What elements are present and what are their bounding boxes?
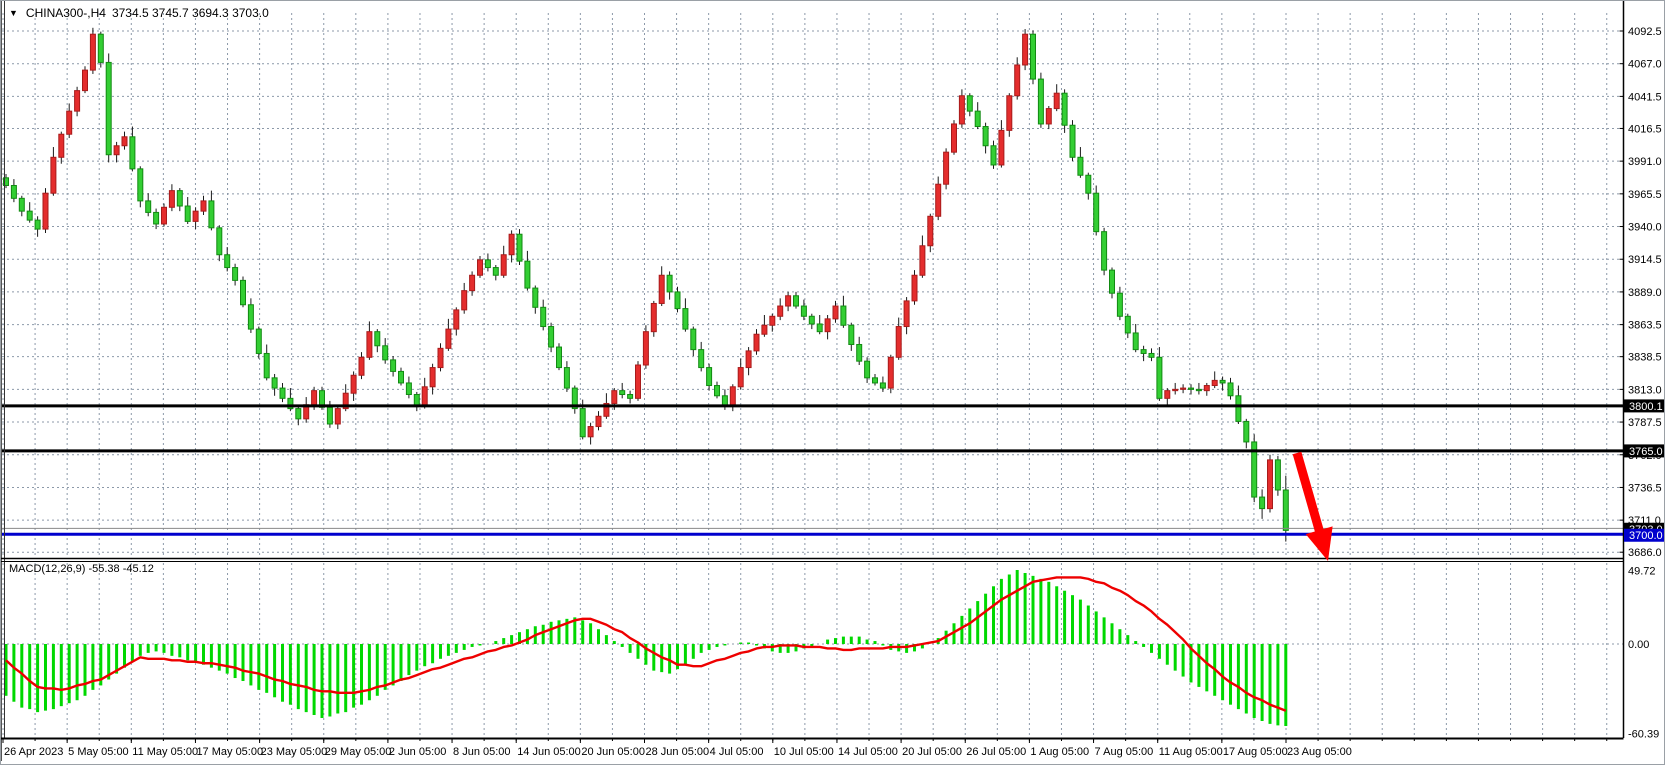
price-axis-label: 3813.0 <box>1628 384 1662 396</box>
macd-axis-label: 49.72 <box>1628 565 1656 577</box>
time-axis-label: 2 Jun 05:00 <box>389 746 447 758</box>
chart-window: 4092.5 4067.0 4041.5 4016.5 3991.0 3965.5 3940… <box>0 0 1665 765</box>
time-axis-label: 4 Jul 05:00 <box>710 746 764 758</box>
chevron-down-icon[interactable]: ▼ <box>9 8 18 18</box>
price-axis-label: 3686.0 <box>1628 547 1662 559</box>
svg-text:3700.0: 3700.0 <box>1629 530 1663 542</box>
arrowhead <box>1306 526 1333 561</box>
time-axis-label: 14 Jun 05:00 <box>517 746 581 758</box>
svg-text:3765.0: 3765.0 <box>1629 446 1663 458</box>
price-axis-label: 3889.0 <box>1628 287 1662 299</box>
price-axis-label: 3991.0 <box>1628 156 1662 168</box>
price-axis-label: 3736.5 <box>1628 482 1662 494</box>
ohlc-values-label: 3734.5 3745.7 3694.3 3703.0 <box>112 6 269 20</box>
price-tag-3700: 3700.0 <box>1624 529 1665 543</box>
time-axis-label: 11 May 05:00 <box>132 746 198 758</box>
chart-title-bar: ▼ CHINA300-,H4 3734.5 3745.7 3694.3 3703… <box>9 5 269 21</box>
macd-axis-label: 0.00 <box>1628 639 1649 651</box>
svg-text:3800.1: 3800.1 <box>1629 401 1663 413</box>
macd-axis-label: -60.39 <box>1628 728 1659 740</box>
time-axis-label: 14 Jul 05:00 <box>838 746 898 758</box>
price-axis-label: 3863.5 <box>1628 320 1662 332</box>
time-axis-label: 5 May 05:00 <box>68 746 129 758</box>
time-axis-label: 28 Jun 05:00 <box>646 746 710 758</box>
time-axis-label: 10 Jul 05:00 <box>774 746 834 758</box>
grid-lines <box>2 13 1624 737</box>
time-axis-label: 17 Aug 05:00 <box>1223 746 1288 758</box>
time-axis-label: 1 Aug 05:00 <box>1030 746 1089 758</box>
price-axis-label: 3965.5 <box>1628 189 1662 201</box>
time-axis-label: 26 Apr 2023 <box>4 746 63 758</box>
price-axis-label: 4092.5 <box>1628 26 1662 38</box>
symbol-period-label: CHINA300-,H4 <box>26 6 106 20</box>
time-axis-label: 7 Aug 05:00 <box>1095 746 1154 758</box>
price-axis-label: 3787.5 <box>1628 417 1662 429</box>
time-axis-label: 20 Jul 05:00 <box>902 746 962 758</box>
price-axis-label: 3940.0 <box>1628 222 1662 234</box>
time-axis-label: 23 Aug 05:00 <box>1287 746 1352 758</box>
down-arrow-annotation[interactable] <box>1297 453 1333 561</box>
time-axis-label: 17 May 05:00 <box>196 746 263 758</box>
macd-indicator-label: MACD(12,26,9) -55.38 -45.12 <box>9 563 154 575</box>
price-axis-label: 3838.5 <box>1628 352 1662 364</box>
price-axis-label: 4067.0 <box>1628 59 1662 71</box>
price-tag-3800: 3800.1 <box>1624 399 1665 413</box>
time-axis-label: 29 May 05:00 <box>325 746 392 758</box>
chart-canvas[interactable]: 4092.5 4067.0 4041.5 4016.5 3991.0 3965.5 3940… <box>1 1 1665 765</box>
time-axis-label: 23 May 05:00 <box>261 746 328 758</box>
price-tag-3765: 3765.0 <box>1624 444 1665 458</box>
time-axis-label: 8 Jun 05:00 <box>453 746 511 758</box>
horizontal-price-lines[interactable] <box>2 406 1624 534</box>
price-axis-label: 4041.5 <box>1628 91 1662 103</box>
time-axis-label: 26 Jul 05:00 <box>966 746 1026 758</box>
time-axis-label: 11 Aug 05:00 <box>1159 746 1223 758</box>
time-axis-label: 20 Jun 05:00 <box>581 746 645 758</box>
candlestick-series <box>4 28 1289 542</box>
price-axis-label: 4016.5 <box>1628 123 1662 135</box>
price-axis-label: 3914.5 <box>1628 254 1662 266</box>
